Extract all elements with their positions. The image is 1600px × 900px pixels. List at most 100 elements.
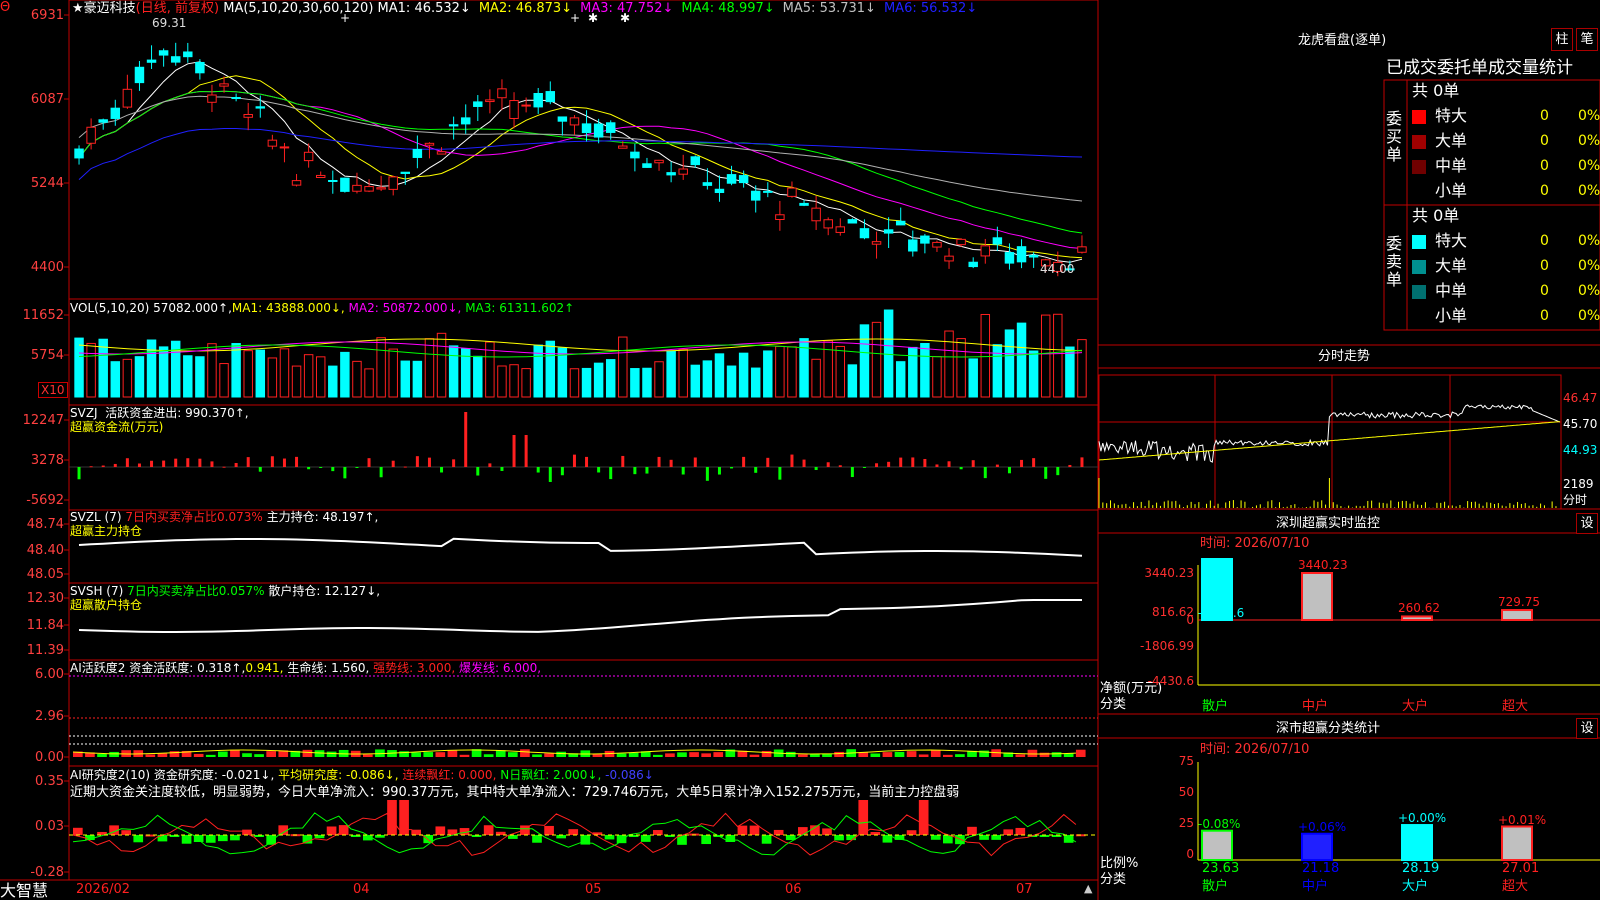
volume-bar <box>377 338 385 397</box>
volume-bar <box>872 322 880 397</box>
ai2-bar <box>979 835 989 840</box>
intraday-tick: 46.47 <box>1563 391 1597 405</box>
bar-mode-button[interactable]: 柱 <box>1551 28 1573 51</box>
monitor-tick: 0 <box>1100 613 1194 627</box>
ma-line <box>79 91 1082 233</box>
svzj-bar <box>162 461 165 467</box>
volume-bar <box>99 339 107 397</box>
volume-bar <box>727 366 735 397</box>
stock-name[interactable]: 豪迈科技 <box>84 1 136 16</box>
ai2-bar <box>556 835 566 838</box>
tab-order[interactable]: 委托单 <box>1437 58 1488 78</box>
volume-bar <box>570 369 578 397</box>
ai2-bar <box>701 835 711 844</box>
ai2-research: 资金研究度: -0.021↓, <box>154 768 274 782</box>
volume-bar <box>413 361 421 397</box>
svzj-bar <box>126 458 129 467</box>
stat-category: 大户 <box>1402 880 1428 894</box>
row-count: 0 <box>1540 157 1549 175</box>
chart-canvas[interactable]: + + ✱ ✱ <box>0 0 1600 900</box>
ai1-bar <box>786 752 796 757</box>
ai1-tick: 0.00 <box>35 750 64 765</box>
volume-bar <box>87 343 95 397</box>
stat-change: +0.01% <box>1498 813 1546 827</box>
volume-bar <box>135 357 143 397</box>
candle <box>570 118 578 125</box>
intraday-tick: 44.93 <box>1563 443 1597 457</box>
svsh-tick: 11.84 <box>27 618 64 633</box>
ai1-bar <box>520 749 530 757</box>
volume-bar <box>123 359 131 397</box>
ma-label: MA(5,10,20,30,60,120) <box>223 1 373 16</box>
stat-tick: 50 <box>1150 785 1194 799</box>
ai2-nred: N日飘红: 2.000↓, <box>500 768 601 782</box>
row-label: 特大 <box>1435 107 1467 125</box>
candle <box>631 152 639 158</box>
ma-value: MA5: 53.731↓ <box>783 1 876 16</box>
monitor-category: 中户 <box>1302 700 1328 714</box>
panel-frame <box>69 405 1098 510</box>
candle <box>606 123 614 133</box>
volume-bar <box>921 343 929 397</box>
row-count: 0 <box>1540 307 1549 325</box>
candle <box>872 242 880 245</box>
ai1-bar <box>1064 754 1074 757</box>
candle <box>1078 247 1086 252</box>
ai1-bar <box>653 755 663 757</box>
volume-bar <box>1029 351 1037 397</box>
ai1-tick: 6.00 <box>35 667 64 682</box>
svsh-tick: 12.30 <box>27 591 64 606</box>
vol-unit-badge[interactable]: X10 <box>38 382 68 398</box>
tab-stats[interactable]: 成交量统计 <box>1488 58 1573 78</box>
tab-done[interactable]: 已成交 <box>1386 58 1437 78</box>
ai1-bar <box>532 754 542 757</box>
ai1-bar <box>1028 750 1038 757</box>
ai2-tick: -0.28 <box>30 865 64 880</box>
volume-bar <box>280 349 288 397</box>
candle <box>582 124 590 133</box>
stat-settings-button[interactable]: 设 <box>1576 718 1598 739</box>
vol-title: VOL(5,10,20) 57082.000↑,MA1: 43888.000↓,… <box>70 301 574 315</box>
volume-bar <box>159 347 167 397</box>
candle <box>159 51 167 55</box>
svzj-bar <box>827 462 830 467</box>
lock-icon[interactable]: ▲ <box>1084 882 1092 896</box>
volume-bar <box>111 362 119 397</box>
period-label[interactable]: (日线, 前复权) <box>136 1 219 16</box>
intraday-price-line <box>1099 405 1560 462</box>
volume-bar <box>304 355 312 397</box>
volume-bar <box>860 325 868 397</box>
svzj-bar <box>960 467 963 469</box>
stat-change: -0.08% <box>1198 817 1240 831</box>
ai2-red: 连续飘红: 0.000, <box>402 768 496 782</box>
tick-mode-button[interactable]: 笔 <box>1576 28 1598 51</box>
ai2-comment: 近期大资金关注度较低，明显弱势，今日大单净流入：990.37万元，其中特大单净流… <box>70 786 959 800</box>
ma-line <box>79 76 1082 258</box>
volume-bar <box>184 356 192 397</box>
candle <box>691 157 699 165</box>
ai1-bar <box>943 755 953 757</box>
x-tick: 2026/02 <box>76 883 130 897</box>
svzl-title: SVZL (7) 7日内买卖净占比0.073% 主力持仓: 48.197↑, <box>70 510 378 524</box>
ai1-bar <box>895 752 905 757</box>
lhb-title: 龙虎看盘(逐单) <box>1298 34 1386 48</box>
vol-ma2: MA2: 50872.000↓, <box>349 301 462 315</box>
ai1-bar <box>303 750 313 757</box>
monitor-bar-value: 729.75 <box>1498 595 1540 609</box>
ai1-bar <box>109 752 119 757</box>
ai1-bar <box>665 753 675 757</box>
color-swatch <box>1412 285 1426 299</box>
svzj-bar <box>476 467 479 476</box>
svzj-bar <box>561 467 564 475</box>
svzj-bar <box>355 467 358 468</box>
row-label: 大单 <box>1435 257 1467 275</box>
monitor-settings-button[interactable]: 设 <box>1576 513 1598 534</box>
candle <box>196 62 204 72</box>
stat-category: 散户 <box>1202 880 1228 894</box>
candle <box>208 95 216 102</box>
ai1-bar <box>97 754 107 757</box>
ai1-bar <box>194 754 204 757</box>
svsh-value: 散户持仓: 12.127↓, <box>268 584 380 598</box>
ai2-bar <box>822 828 832 835</box>
svzj-bar <box>198 459 201 467</box>
